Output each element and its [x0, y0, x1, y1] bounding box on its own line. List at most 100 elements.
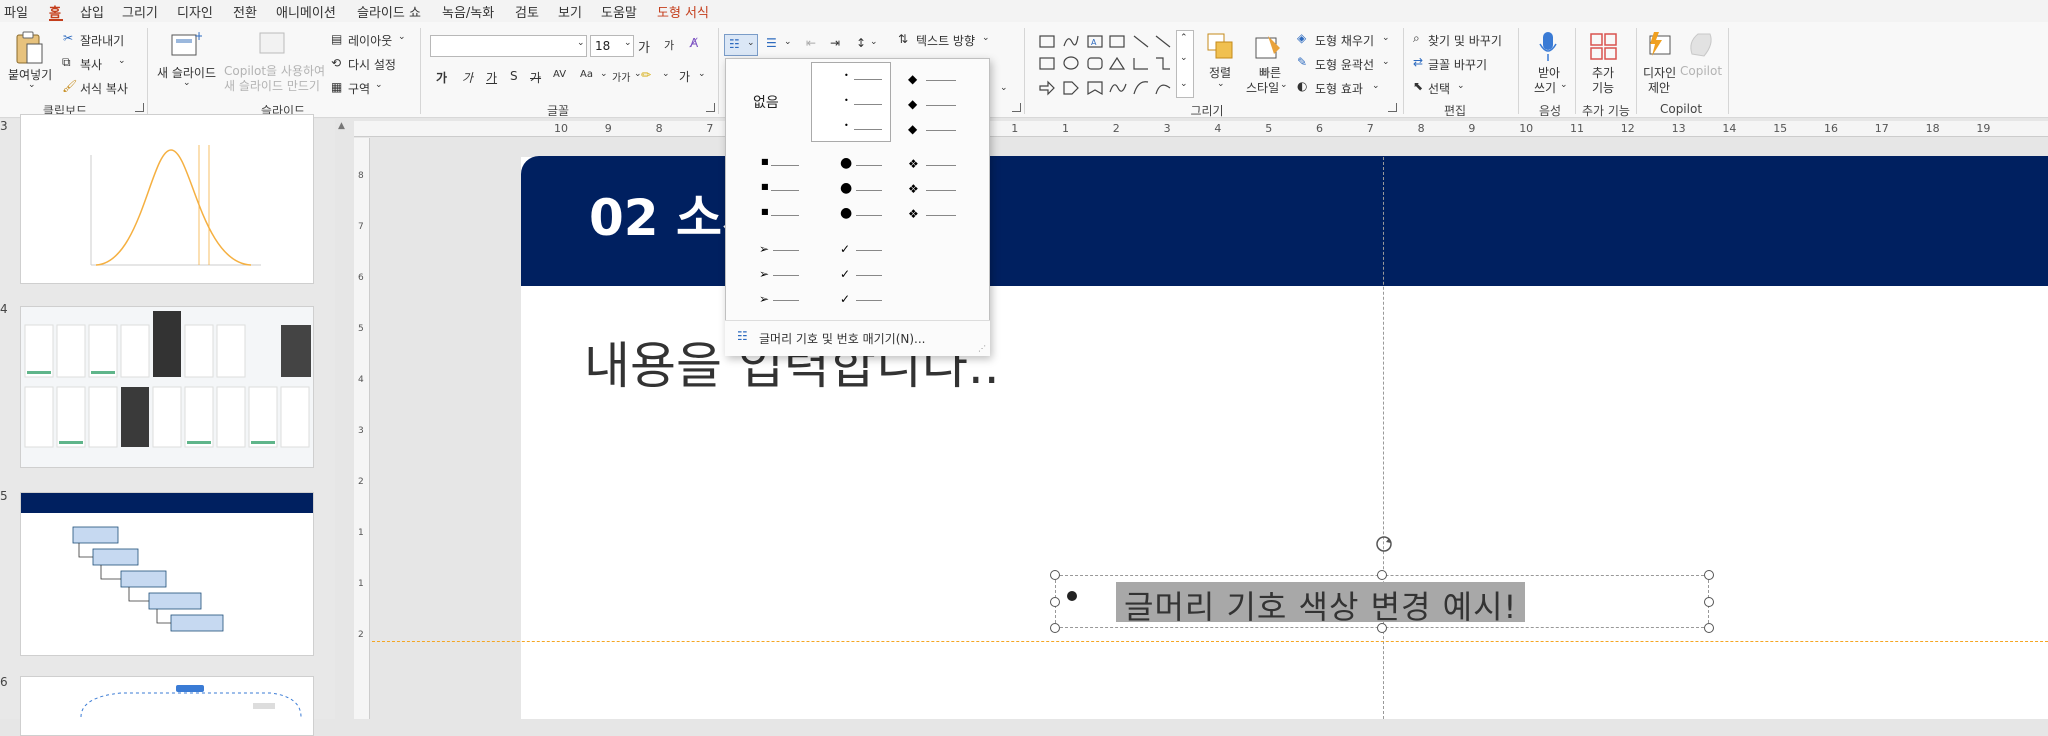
designer-icon[interactable] — [1644, 30, 1674, 60]
change-case-dropdown-icon[interactable]: ⌄ — [600, 69, 608, 79]
arrange-icon[interactable] — [1206, 32, 1236, 62]
menu-slideshow[interactable]: 슬라이드 쇼 — [357, 2, 421, 21]
bullets-button[interactable]: ☷ ⌄ — [724, 34, 758, 56]
shape-effects-icon[interactable]: ◐ — [1297, 79, 1307, 93]
menu-help[interactable]: 도움말 — [601, 2, 637, 21]
find-icon[interactable]: ⌕ — [1413, 31, 1420, 46]
grow-font-icon[interactable]: 가 — [638, 37, 650, 56]
numbering-icon[interactable]: ☰ — [766, 36, 777, 50]
select-dropdown-icon[interactable]: ⌄ — [1457, 81, 1465, 91]
bullet-option-diamond[interactable]: ◆ ◆ ◆ — [896, 62, 976, 144]
replace-button[interactable]: 글꼴 바꾸기 — [1428, 56, 1487, 73]
resize-handle-nw[interactable] — [1050, 570, 1060, 580]
resize-handle-e[interactable] — [1704, 597, 1714, 607]
menu-draw[interactable]: 그리기 — [122, 2, 158, 21]
copy-dropdown-icon[interactable]: ⌄ — [118, 56, 126, 66]
shape-outline-icon[interactable]: ✎ — [1297, 55, 1307, 69]
scroll-up-icon[interactable]: ▲ — [338, 121, 345, 131]
text-direction-button[interactable]: 텍스트 방향 — [916, 32, 975, 49]
microphone-icon[interactable] — [1537, 30, 1559, 64]
shape-fill-icon[interactable]: ◈ — [1297, 31, 1306, 45]
strikethrough-icon[interactable]: 가 — [530, 69, 541, 86]
shapes-gallery-scroll[interactable]: ⌃ ⌄ ⌄ — [1176, 30, 1194, 98]
rotate-handle-icon[interactable] — [1373, 533, 1395, 555]
resize-handle-se[interactable] — [1704, 623, 1714, 633]
shapes-gallery[interactable]: A — [1038, 32, 1178, 98]
bullet-option-filled-round[interactable]: ● ● ● — [814, 147, 894, 229]
menu-transitions[interactable]: 전환 — [233, 2, 257, 21]
resize-handle-w[interactable] — [1050, 597, 1060, 607]
font-color-dropdown-icon[interactable]: ⌄ — [698, 69, 706, 79]
find-button[interactable]: 찾기 및 바꾸기 — [1428, 32, 1502, 49]
cut-icon[interactable]: ✂ — [63, 31, 73, 45]
bullet-option-arrow[interactable]: ➢ ➢ ➢ — [729, 232, 809, 314]
bullet-option-small-dot[interactable]: • • • — [811, 62, 891, 142]
section-button[interactable]: 구역 — [348, 80, 370, 97]
smartart-dropdown-icon[interactable]: ⌄ — [1000, 83, 1008, 93]
menu-insert[interactable]: 삽입 — [80, 2, 104, 21]
resize-grip-icon[interactable]: ⋰ — [978, 344, 986, 353]
section-icon[interactable]: ▦ — [331, 80, 342, 94]
dictate-dropdown-icon[interactable]: ⌄ — [1560, 80, 1568, 90]
reset-icon[interactable]: ⟲ — [331, 56, 341, 70]
spacing-icon[interactable]: AV — [553, 69, 566, 80]
paragraph-launcher-icon[interactable] — [1012, 103, 1021, 112]
menu-record[interactable]: 녹음/녹화 — [442, 2, 494, 21]
layout-dropdown-icon[interactable]: ⌄ — [398, 32, 406, 42]
format-painter-icon[interactable]: 🖌 — [62, 79, 77, 93]
vertical-guide[interactable] — [1383, 157, 1384, 719]
horizontal-guide[interactable] — [372, 641, 2048, 642]
section-dropdown-icon[interactable]: ⌄ — [375, 80, 383, 90]
select-button[interactable]: 선택 — [1428, 80, 1450, 97]
shadow-icon[interactable]: S — [510, 69, 518, 83]
clipboard-launcher-icon[interactable] — [135, 103, 144, 112]
textbox-selected-text[interactable]: 글머리 기호 색상 변경 예시! — [1116, 582, 1526, 626]
numbering-dropdown-icon[interactable]: ⌄ — [784, 37, 792, 47]
text-direction-icon[interactable]: ⇅ — [898, 32, 908, 46]
menu-file[interactable]: 파일 — [4, 2, 28, 21]
resize-handle-sw[interactable] — [1050, 623, 1060, 633]
char-spacing-icon[interactable]: 가가 — [612, 69, 630, 84]
decrease-indent-icon[interactable]: ⇤ — [806, 36, 816, 50]
font-name-combo[interactable] — [430, 35, 587, 57]
font-color-icon[interactable]: 가 — [679, 68, 690, 85]
new-slide-dropdown-icon[interactable]: ⌄ — [183, 78, 191, 88]
bullets-and-numbering-item[interactable]: ☷ 글머리 기호 및 번호 매기기(N)... ⋰ — [725, 320, 990, 356]
menu-view[interactable]: 보기 — [558, 2, 582, 21]
shape-effects-dropdown-icon[interactable]: ⌄ — [1372, 81, 1380, 91]
text-direction-dropdown-icon[interactable]: ⌄ — [982, 33, 990, 43]
shape-fill-dropdown-icon[interactable]: ⌄ — [1382, 33, 1390, 43]
arrange-dropdown-icon[interactable]: ⌄ — [1217, 79, 1225, 89]
slide-thumbnail-6[interactable] — [20, 676, 314, 736]
menu-review[interactable]: 검토 — [515, 2, 539, 21]
shape-outline-button[interactable]: 도형 윤곽선 — [1315, 56, 1374, 73]
replace-icon[interactable]: ⇄ — [1413, 55, 1423, 69]
cut-button[interactable]: 잘라내기 — [80, 32, 124, 49]
resize-handle-n[interactable] — [1377, 570, 1387, 580]
shrink-font-icon[interactable]: 가 — [664, 37, 674, 53]
quick-styles-dropdown-icon[interactable]: ⌄ — [1280, 80, 1288, 90]
shape-fill-button[interactable]: 도형 채우기 — [1315, 32, 1374, 49]
thumbnail-scrollbar[interactable]: ▲ — [335, 119, 349, 719]
bold-icon[interactable]: 가 — [436, 69, 447, 86]
menu-design[interactable]: 디자인 — [177, 2, 213, 21]
copy-icon[interactable]: ⧉ — [62, 55, 71, 70]
clear-format-icon[interactable]: A̸ — [690, 36, 698, 50]
reset-button[interactable]: 다시 설정 — [348, 56, 396, 73]
quick-styles-icon[interactable] — [1254, 32, 1284, 62]
resize-handle-ne[interactable] — [1704, 570, 1714, 580]
format-painter-button[interactable]: 서식 복사 — [80, 80, 128, 97]
bullet-option-star[interactable]: ❖ ❖ ❖ — [896, 147, 976, 229]
addins-line2[interactable]: 기능 — [1592, 79, 1614, 96]
font-name-dropdown-icon[interactable]: ⌄ — [577, 38, 585, 48]
shape-outline-dropdown-icon[interactable]: ⌄ — [1382, 57, 1390, 67]
quick-styles-line2[interactable]: 스타일 — [1246, 79, 1279, 96]
copy-button[interactable]: 복사 — [80, 56, 102, 73]
bullet-option-square[interactable]: ■ ■ ■ — [729, 147, 809, 229]
underline-icon[interactable]: 가 — [486, 69, 497, 86]
font-size-dropdown-icon[interactable]: ⌄ — [624, 38, 632, 48]
paste-dropdown-icon[interactable]: ⌄ — [28, 80, 36, 90]
addins-icon[interactable] — [1589, 32, 1619, 62]
highlight-dropdown-icon[interactable]: ⌄ — [662, 69, 670, 79]
new-slide-icon[interactable]: + — [170, 30, 202, 58]
